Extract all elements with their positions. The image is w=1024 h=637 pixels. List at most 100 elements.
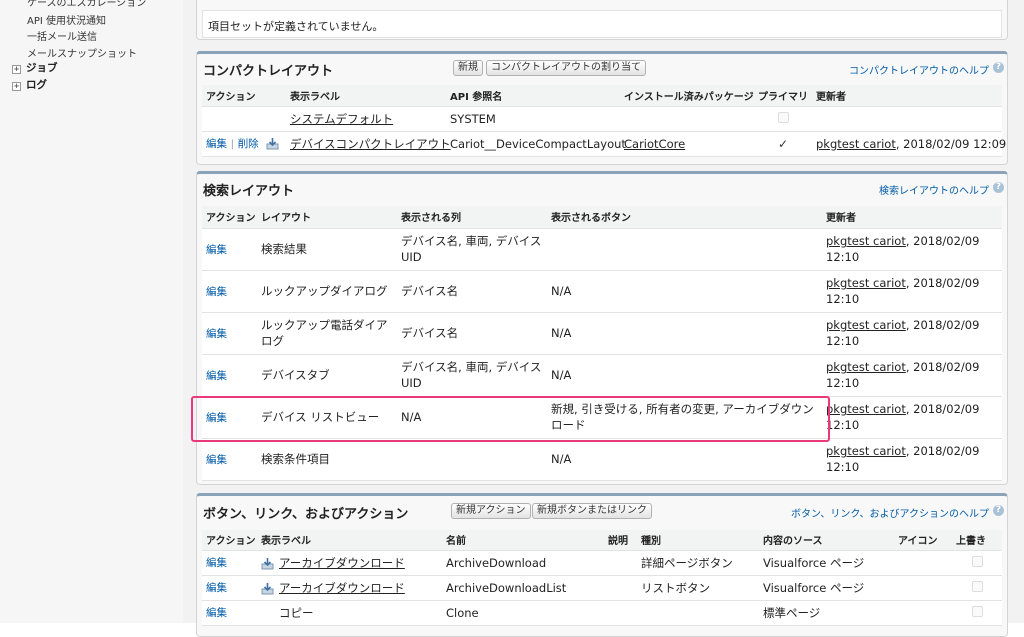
sidebar-group-label: ジョブ — [26, 62, 58, 74]
compact-layout-table: アクション 表示ラベル API 参照名 インストール済みパッケージ プライマリ … — [202, 85, 1006, 157]
table-row: システムデフォルト SYSTEM — [202, 106, 1002, 132]
section-title: ボタン、リンク、およびアクション — [203, 507, 409, 522]
modified-user-link[interactable]: pkgtest cariot — [826, 234, 906, 248]
sidebar-item-case-escalation[interactable]: ケースのエスカレーション — [27, 0, 146, 9]
modified-user-link[interactable]: pkgtest cariot — [826, 318, 906, 332]
displayed-columns: デバイス名 — [397, 312, 547, 355]
column-header: アクション — [202, 206, 257, 229]
sidebar-item-mass-email[interactable]: 一括メール送信 — [27, 28, 97, 43]
setup-sidebar: ケースのエスカレーション API 使用状況通知 一括メール送信 メールスナップシ… — [0, 0, 184, 623]
table-header-row: アクション 表示ラベル API 参照名 インストール済みパッケージ プライマリ … — [202, 85, 1002, 107]
buttons-table: アクション 表示ラベル 名前 説明 種別 内容のソース アイコン 上書き 編集 … — [202, 530, 1002, 626]
layout-name: デバイスタブ — [257, 354, 397, 397]
help-icon[interactable]: ? — [993, 182, 1004, 193]
help-icon[interactable]: ? — [993, 505, 1004, 516]
modified-user-link[interactable]: pkgtest cariot — [826, 444, 906, 458]
column-header[interactable]: 更新者 — [812, 85, 1002, 107]
column-header[interactable]: 説明 — [604, 530, 637, 551]
column-header: アクション — [202, 85, 286, 107]
description — [604, 575, 637, 601]
displayed-buttons: N/A — [547, 270, 822, 313]
modified-by — [812, 106, 1002, 132]
layout-label-link[interactable]: システムデフォルト — [290, 112, 393, 126]
displayed-columns: デバイス名, 車両, デバイスUID — [397, 228, 547, 271]
column-header[interactable]: 表示ラベル — [257, 530, 442, 551]
modified-user-link[interactable]: pkgtest cariot — [826, 402, 906, 416]
column-header[interactable]: 表示される列 — [397, 206, 547, 229]
help-link[interactable]: ボタン、リンク、およびアクションのヘルプ — [791, 505, 989, 520]
package-icon — [261, 582, 274, 594]
layout-label-link[interactable]: デバイスコンパクトレイアウト — [290, 137, 451, 151]
edit-link[interactable]: 編集 — [206, 244, 227, 256]
modified-user-link[interactable]: pkgtest cariot — [826, 360, 906, 374]
api-name: Cariot__DeviceCompactLayout — [446, 131, 626, 157]
column-header[interactable]: 種別 — [637, 530, 759, 551]
column-header[interactable]: レイアウト — [257, 206, 397, 229]
column-header[interactable]: 内容のソース — [759, 530, 894, 551]
expand-icon[interactable]: + — [12, 82, 21, 91]
column-header[interactable]: 上書き — [952, 530, 1002, 551]
column-header: アクション — [202, 530, 257, 551]
sidebar-item-api-usage[interactable]: API 使用状況通知 — [27, 12, 106, 27]
column-header[interactable]: アイコン — [894, 530, 952, 551]
api-name: Clone — [442, 600, 604, 626]
button-label-link[interactable]: アーカイブダウンロード — [279, 556, 405, 570]
edit-link[interactable]: 編集 — [206, 607, 227, 619]
displayed-buttons — [547, 228, 822, 271]
table-row: 編集 | 削除 デバイスコンパクトレイアウト Cariot__DeviceCom… — [202, 131, 1006, 157]
help-link[interactable]: 検索レイアウトのヘルプ — [879, 182, 989, 197]
description — [604, 550, 637, 576]
content-source: Visualforce ページ — [759, 550, 894, 576]
package-icon — [266, 138, 279, 150]
modified-user-link[interactable]: pkgtest cariot — [826, 276, 906, 290]
edit-link[interactable]: 編集 — [206, 582, 227, 594]
button-type — [637, 600, 759, 626]
api-name: ArchiveDownloadList — [442, 575, 604, 601]
primary-checkbox — [777, 111, 789, 123]
sidebar-item-email-snapshot[interactable]: メールスナップショット — [27, 45, 137, 60]
column-header[interactable]: 更新者 — [822, 206, 1002, 229]
table-row: 編集 アーカイブダウンロード ArchiveDownloadList リストボタ… — [202, 575, 1002, 601]
button-label-link[interactable]: アーカイブダウンロード — [279, 581, 405, 595]
modified-user-link[interactable]: pkgtest cariot — [816, 137, 896, 151]
override-checkbox — [971, 605, 983, 617]
column-header[interactable]: 表示ラベル — [286, 85, 446, 107]
column-header[interactable]: API 参照名 — [446, 85, 620, 107]
edit-link[interactable]: 編集 — [206, 454, 227, 466]
button-type: リストボタン — [637, 575, 759, 601]
edit-link[interactable]: 編集 — [206, 328, 227, 340]
assign-compact-layout-button[interactable]: コンパクトレイアウトの割り当て — [486, 60, 646, 76]
edit-link[interactable]: 編集 — [206, 138, 227, 150]
row-actions: 編集 | 削除 — [202, 131, 286, 157]
help-link[interactable]: コンパクトレイアウトのヘルプ — [849, 62, 989, 77]
row-actions — [202, 106, 286, 132]
column-header[interactable]: インストール済みパッケージ — [620, 85, 754, 107]
sidebar-group-jobs[interactable]: + ジョブ — [12, 60, 58, 75]
new-action-button[interactable]: 新規アクション — [451, 503, 531, 519]
highlight-annotation — [191, 396, 830, 442]
displayed-columns: デバイス名, 車両, デバイスUID — [397, 354, 547, 397]
column-header[interactable]: 名前 — [442, 530, 604, 551]
layout-name: ルックアップダイアログ — [257, 270, 397, 313]
package — [620, 106, 754, 132]
layout-name: 検索結果 — [257, 228, 397, 271]
sidebar-group-logs[interactable]: + ログ — [12, 77, 47, 92]
package-link[interactable]: CariotCore — [624, 137, 685, 151]
edit-link[interactable]: 編集 — [206, 370, 227, 382]
column-header[interactable]: プライマリ — [754, 85, 812, 107]
edit-link[interactable]: 編集 — [206, 286, 227, 298]
displayed-buttons: N/A — [547, 354, 822, 397]
help-icon[interactable]: ? — [993, 62, 1004, 73]
compact-layout-panel: コンパクトレイアウト 新規 コンパクトレイアウトの割り当て コンパクトレイアウト… — [196, 51, 1008, 165]
table-row: 編集 コピー Clone 標準ページ — [202, 600, 1002, 626]
new-button-or-link-button[interactable]: 新規ボタンまたはリンク — [532, 503, 652, 519]
expand-icon[interactable]: + — [12, 65, 21, 74]
column-header[interactable]: 表示されるボタン — [547, 206, 822, 229]
new-compact-layout-button[interactable]: 新規 — [453, 60, 483, 76]
delete-link[interactable]: 削除 — [238, 138, 259, 150]
section-title: コンパクトレイアウト — [203, 64, 334, 79]
table-row: 編集 アーカイブダウンロード ArchiveDownload 詳細ページボタン … — [202, 550, 1002, 576]
api-name: ArchiveDownload — [442, 550, 604, 576]
edit-link[interactable]: 編集 — [206, 557, 227, 569]
button-type: 詳細ページボタン — [637, 550, 759, 576]
